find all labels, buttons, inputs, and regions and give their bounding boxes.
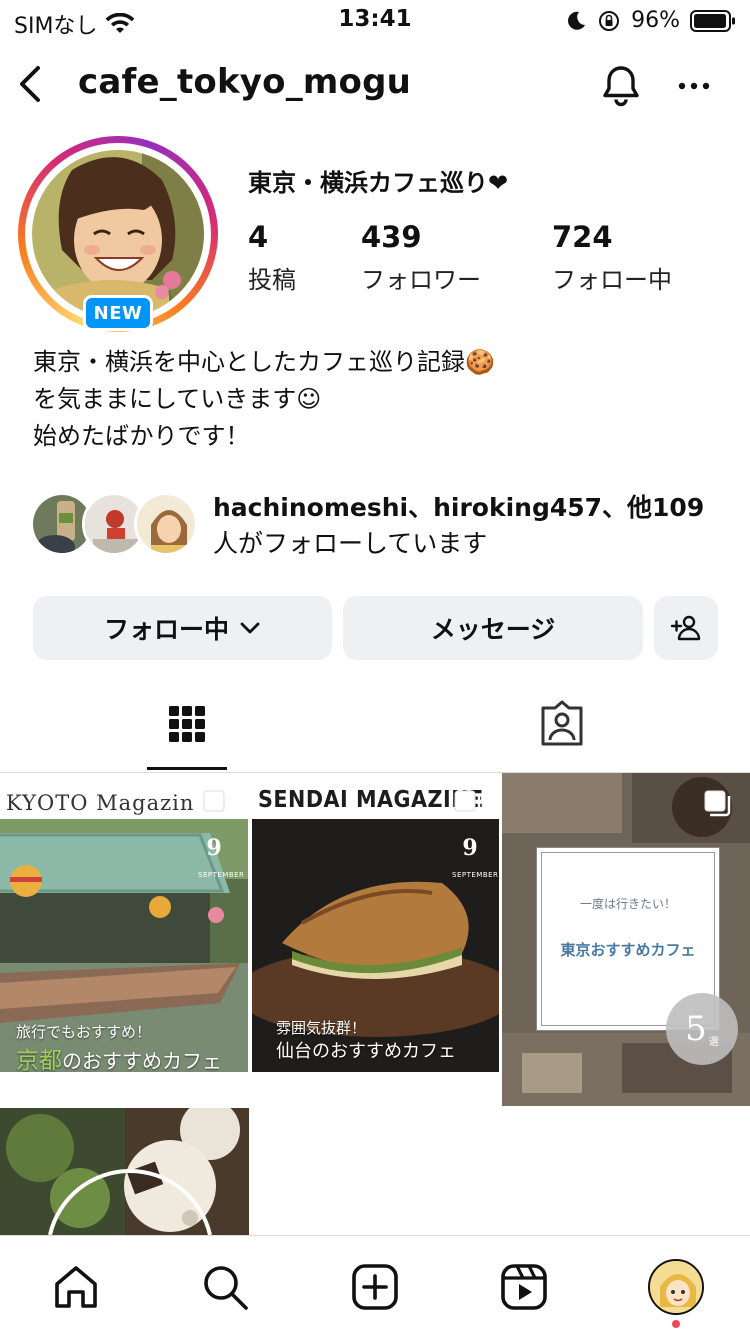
- stat-following-count: 724: [552, 220, 613, 254]
- following-button-label: フォロー中: [103, 615, 229, 644]
- post-tile-tokyo[interactable]: 一度は行きたい！ 東京おすすめカフェ 5選: [502, 773, 750, 1106]
- profile-avatar: [32, 150, 204, 318]
- grid-icon: [169, 706, 205, 742]
- notification-dot: [672, 1320, 680, 1328]
- mutual-avatar: [134, 492, 198, 556]
- post-tile-cafe-interior[interactable]: [0, 1108, 249, 1235]
- post-tokyo-title: 東京おすすめカフェ: [560, 941, 696, 959]
- bio-line: 東京・横浜を中心としたカフェ巡り記録🍪: [33, 348, 495, 376]
- bell-icon[interactable]: [597, 62, 645, 110]
- create-post-icon[interactable]: [350, 1262, 400, 1312]
- tab-tagged[interactable]: [520, 700, 604, 772]
- stat-followers[interactable]: 439 フォロワー: [361, 220, 481, 295]
- chevron-down-icon: [240, 622, 260, 634]
- svg-text:9: 9: [206, 835, 221, 861]
- post-tokyo-count: 5: [685, 1009, 707, 1049]
- carousel-icon: [704, 790, 731, 817]
- post-image-cafe: [0, 1108, 249, 1235]
- post-kyoto-caption-rest: のおすすめカフェ: [62, 1049, 222, 1072]
- post-tile-kyoto[interactable]: 9 KYOTO Magazin SEPTEMBER 旅行でもおすすめ！ 京都のお…: [0, 773, 248, 1072]
- more-options-icon[interactable]: [672, 64, 716, 108]
- post-kyoto-caption-highlight: 京都: [16, 1048, 62, 1072]
- profile-username: cafe_tokyo_mogu: [78, 62, 412, 102]
- carousel-icon: [203, 790, 230, 817]
- post-tokyo-count-badge: 5選: [666, 993, 738, 1065]
- message-button-label: メッセージ: [430, 615, 556, 644]
- stat-posts-count: 4: [248, 220, 269, 254]
- mutual-followers-text[interactable]: hachinomeshi、hiroking457、他109 人がフォローしていま…: [213, 490, 723, 562]
- post-sendai-month: SEPTEMBER: [452, 871, 499, 879]
- stat-followers-count: 439: [361, 220, 422, 254]
- tagged-person-icon: [541, 700, 583, 746]
- search-icon[interactable]: [200, 1262, 250, 1312]
- new-badge: NEW: [83, 295, 153, 331]
- active-tab-indicator: [147, 767, 227, 770]
- tab-posts-grid[interactable]: [147, 700, 227, 772]
- battery-percent: 96%: [631, 8, 680, 33]
- mutual-followers-rest: 人がフォローしています: [213, 529, 488, 558]
- post-tile-sendai[interactable]: 9 SENDAI MAGAZINE SEPTEMBER 雰囲気抜群！ 仙台のおす…: [252, 773, 499, 1072]
- reels-icon[interactable]: [499, 1262, 549, 1312]
- post-kyoto-caption: 京都のおすすめカフェ: [16, 1041, 222, 1072]
- battery-icon: [690, 9, 735, 32]
- stat-posts-label: 投稿: [248, 266, 296, 294]
- svg-text:9: 9: [462, 835, 477, 861]
- add-person-icon: [670, 615, 701, 641]
- stat-posts[interactable]: 4 投稿: [248, 220, 296, 295]
- bio-line: 始めたばかりです！: [33, 422, 250, 450]
- stat-followers-label: フォロワー: [361, 266, 481, 294]
- moon-icon: [568, 11, 586, 30]
- post-kyoto-title: KYOTO Magazin: [6, 791, 195, 815]
- post-kyoto-month: SEPTEMBER: [198, 871, 245, 879]
- profile-display-name: 東京・横浜カフェ巡り❤: [248, 169, 509, 197]
- back-arrow-icon[interactable]: [14, 62, 50, 106]
- post-tokyo-subtitle: 一度は行きたい！: [579, 897, 676, 911]
- status-bar-right: 96%: [565, 8, 736, 33]
- bottom-navigation: [0, 1235, 750, 1334]
- stat-following-label: フォロー中: [552, 266, 672, 294]
- suggest-users-button[interactable]: [654, 596, 718, 660]
- rotation-lock-icon: [599, 10, 620, 31]
- post-tokyo-count-unit: 選: [708, 1036, 719, 1048]
- following-button[interactable]: フォロー中: [33, 596, 332, 660]
- post-kyoto-caption-small: 旅行でもおすすめ！: [16, 1023, 152, 1041]
- stat-following[interactable]: 724 フォロー中: [552, 220, 672, 295]
- home-icon[interactable]: [51, 1262, 101, 1312]
- mutual-followers-avatars[interactable]: [30, 492, 200, 558]
- mutual-followers-names: hachinomeshi、hiroking457、他109: [213, 493, 705, 522]
- message-button[interactable]: メッセージ: [343, 596, 643, 660]
- bio-line: を気ままにしていきます☺: [33, 385, 322, 413]
- profile-bio: 東京・横浜を中心としたカフェ巡り記録🍪 を気ままにしていきます☺ 始めたばかりで…: [33, 344, 495, 455]
- profile-nav-avatar[interactable]: [648, 1259, 704, 1315]
- post-sendai-caption: 仙台のおすすめカフェ: [276, 1041, 456, 1062]
- post-sendai-caption-small: 雰囲気抜群！: [276, 1019, 367, 1037]
- post-sendai-title: SENDAI MAGAZINE: [258, 787, 484, 813]
- carousel-icon: [454, 790, 481, 817]
